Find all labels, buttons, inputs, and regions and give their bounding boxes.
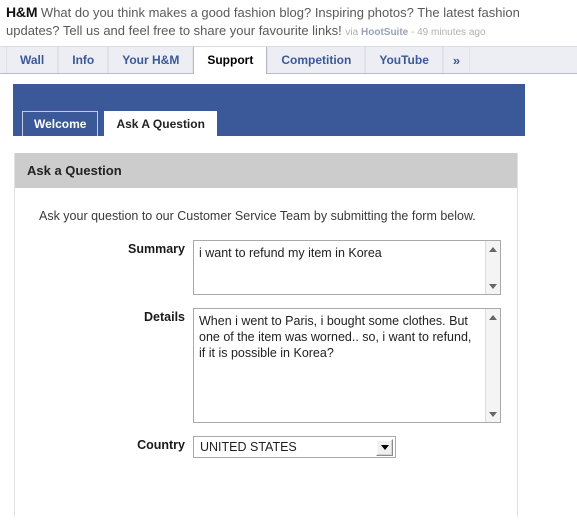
field-details: Details When i went to Paris, i bought s… (29, 308, 503, 423)
app-tab-ask-a-question[interactable]: Ask A Question (104, 111, 217, 136)
tab-wall[interactable]: Wall (6, 47, 59, 73)
summary-input-wrapper[interactable]: i want to refund my item in Korea (193, 240, 501, 295)
summary-scroll-up-icon[interactable] (486, 242, 500, 256)
field-summary: Summary i want to refund my item in Kore… (29, 240, 503, 295)
panel-body: Ask your question to our Customer Servic… (15, 188, 517, 458)
details-scroll-down-icon[interactable] (486, 407, 500, 421)
country-select-value: UNITED STATES (200, 440, 297, 454)
post-meta-separator: - (411, 27, 415, 38)
ask-question-form: Summary i want to refund my item in Kore… (29, 240, 503, 458)
tab-youtube-label: YouTube (379, 53, 429, 67)
more-tabs-chevron-icon[interactable]: » (442, 47, 471, 73)
app-tab-ask-a-question-label: Ask A Question (116, 117, 205, 131)
tab-your-hm[interactable]: Your H&M (108, 47, 194, 73)
chevron-down-icon[interactable] (376, 438, 393, 456)
post-status-header: H&M What do you think makes a good fashi… (0, 0, 577, 46)
tab-support-label: Support (207, 53, 254, 67)
country-label: Country (137, 438, 185, 452)
form-intro-text: Ask your question to our Customer Servic… (39, 209, 476, 223)
tab-your-hm-label: Your H&M (122, 53, 180, 67)
more-tabs-glyph: » (452, 52, 461, 68)
panel-header: Ask a Question (15, 153, 517, 188)
app-tab-group: Welcome Ask A Question (22, 111, 217, 136)
app-canvas: Welcome Ask A Question Ask a Question As… (0, 74, 577, 517)
details-input[interactable]: When i went to Paris, i bought some clot… (194, 309, 500, 422)
post-timestamp[interactable]: 49 minutes ago (417, 27, 485, 38)
tab-competition-label: Competition (281, 53, 352, 67)
summary-scrollbar[interactable] (485, 241, 500, 294)
details-label: Details (144, 310, 185, 324)
tab-info-label: Info (72, 53, 95, 67)
details-input-wrapper[interactable]: When i went to Paris, i bought some clot… (193, 308, 501, 423)
post-via-label: via (345, 27, 359, 38)
tab-support[interactable]: Support (193, 47, 268, 74)
country-select[interactable]: UNITED STATES (193, 436, 396, 458)
page-title: Ask a Question (27, 163, 122, 178)
app-header-bar: Welcome Ask A Question (13, 84, 525, 136)
tab-youtube[interactable]: YouTube (365, 47, 443, 73)
field-country: Country UNITED STATES (29, 436, 503, 458)
post-meta: via HootSuite - 49 minutes ago (345, 27, 485, 38)
page-tab-strip: Wall Info Your H&M Support Competition Y… (0, 46, 577, 74)
post-author[interactable]: H&M (6, 4, 37, 20)
app-tab-welcome[interactable]: Welcome (22, 111, 99, 136)
tab-wall-label: Wall (20, 53, 45, 67)
tab-info[interactable]: Info (58, 47, 109, 73)
post-source-link[interactable]: HootSuite (361, 27, 408, 38)
content-panel: Ask a Question Ask your question to our … (14, 153, 518, 517)
summary-label: Summary (128, 242, 185, 256)
app-tab-welcome-label: Welcome (34, 117, 87, 131)
tab-competition[interactable]: Competition (267, 47, 366, 73)
details-scrollbar[interactable] (485, 309, 500, 422)
summary-input[interactable]: i want to refund my item in Korea (194, 241, 500, 294)
summary-scroll-down-icon[interactable] (486, 279, 500, 293)
details-scroll-up-icon[interactable] (486, 310, 500, 324)
